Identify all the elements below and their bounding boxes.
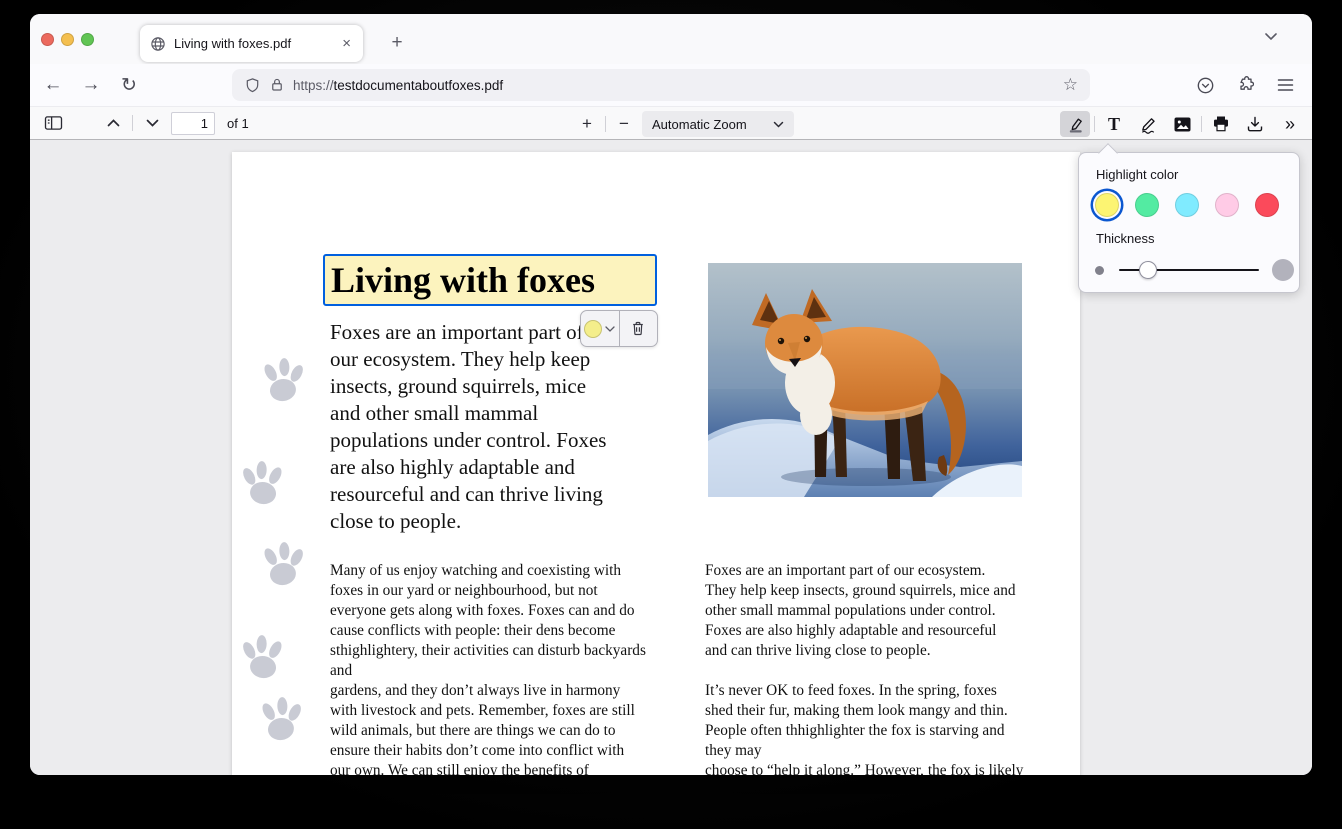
zoom-select-dropdown[interactable]: Automatic Zoom [642,111,794,137]
extensions-puzzle-icon[interactable] [1230,70,1260,100]
menu-hamburger-icon[interactable] [1270,70,1300,100]
more-tools-button[interactable]: » [1274,111,1304,137]
globe-icon [150,36,166,52]
print-button[interactable] [1206,111,1236,137]
printer-icon [1212,115,1230,133]
highlighter-icon [1066,115,1085,134]
download-icon [1246,115,1264,133]
tab-title: Living with foxes.pdf [174,36,332,51]
highlight-color-picker-button[interactable] [581,311,619,346]
minimize-window-button[interactable] [61,33,74,46]
url-text: https://testdocumentaboutfoxes.pdf [293,78,503,93]
highlight-color-label: Highlight color [1096,167,1299,182]
double-chevron-icon: » [1285,114,1293,135]
save-button[interactable] [1240,111,1270,137]
tab-bar: Living with foxes.pdf × + [30,14,1312,64]
right-column-paragraph-1: Foxes are an important part of our ecosy… [705,561,1080,661]
url-bar[interactable]: https://testdocumentaboutfoxes.pdf ☆ [232,69,1090,101]
zoom-out-icon[interactable]: − [612,114,636,134]
forward-icon[interactable]: → [76,70,106,100]
navigation-bar: ← → ↻ https://testdocumentaboutfoxes.pdf… [30,64,1312,106]
paw-print-icon [259,355,308,405]
back-icon[interactable]: ← [38,70,68,100]
page-count-label: of 1 [227,116,249,131]
thickness-max-dot [1272,259,1294,281]
left-column-paragraph: Many of us enjoy watching and coexisting… [330,561,705,775]
thickness-slider[interactable] [1119,269,1259,272]
url-scheme: https:// [293,78,334,93]
page-number-input[interactable] [171,112,215,135]
color-swatch-green[interactable] [1135,193,1159,217]
next-page-chevron-icon[interactable] [139,111,165,135]
tab-living-with-foxes[interactable]: Living with foxes.pdf × [140,25,363,62]
trash-icon [630,320,646,337]
color-swatch-row [1095,193,1299,217]
chevron-down-icon [605,326,615,332]
color-swatch-yellow[interactable] [1095,193,1119,217]
tracking-shield-icon[interactable] [244,77,261,94]
intro-paragraph: Foxes are an important part of our ecosy… [330,319,690,535]
paw-print-icon [239,458,288,508]
highlight-tool-button[interactable] [1060,111,1090,137]
right-column-paragraph-2: It’s never OK to feed foxes. In the spri… [705,681,1080,775]
browser-window: Living with foxes.pdf × + ← → ↻ [30,14,1312,775]
zoom-in-icon[interactable]: + [575,114,599,134]
panel-caret [1098,143,1118,163]
previous-page-chevron-icon[interactable] [100,111,126,135]
reload-icon[interactable]: ↻ [114,70,144,100]
paw-print-icon [257,694,306,744]
color-swatch-pink[interactable] [1215,193,1239,217]
bookmark-star-icon[interactable]: ☆ [1063,75,1078,95]
highlighted-title[interactable]: Living with foxes [323,254,657,306]
chevron-down-icon [773,121,784,128]
fullscreen-window-button[interactable] [81,33,94,46]
pocket-icon[interactable] [1190,70,1220,100]
highlight-editor-toolbar [580,310,658,347]
paw-print-icon [239,632,288,682]
pen-icon [1139,115,1158,134]
list-all-tabs-chevron-icon[interactable] [1264,32,1278,41]
thickness-row [1095,259,1299,281]
paw-print-icon [259,539,308,589]
image-tool-button[interactable] [1167,111,1197,137]
close-window-button[interactable] [41,33,54,46]
image-icon [1173,116,1192,133]
color-swatch-blue[interactable] [1175,193,1199,217]
url-host: testdocumentaboutfoxes.pdf [334,78,504,93]
lock-icon[interactable] [269,77,285,93]
zoom-level-label: Automatic Zoom [652,117,747,132]
document-title-text: Living with foxes [331,259,595,301]
draw-tool-button[interactable] [1133,111,1163,137]
editor-color-dot [584,320,602,338]
text-tool-button[interactable]: T [1099,111,1129,137]
toggle-sidebar-icon[interactable] [40,111,66,135]
color-swatch-red[interactable] [1255,193,1279,217]
text-tool-icon: T [1108,114,1120,135]
thickness-min-dot [1095,266,1104,275]
fox-photo [708,263,1022,497]
thickness-slider-thumb[interactable] [1139,261,1157,279]
window-controls [41,33,94,46]
delete-highlight-button[interactable] [620,311,658,346]
close-tab-icon[interactable]: × [340,35,353,52]
pdf-toolbar: of 1 + − Automatic Zoom T [30,106,1312,140]
pdf-viewer: Living with foxes Foxes are an important… [30,140,1312,775]
highlight-settings-panel: Highlight color Thickness [1078,152,1300,293]
new-tab-button[interactable]: + [382,28,412,58]
thickness-label: Thickness [1096,231,1299,246]
